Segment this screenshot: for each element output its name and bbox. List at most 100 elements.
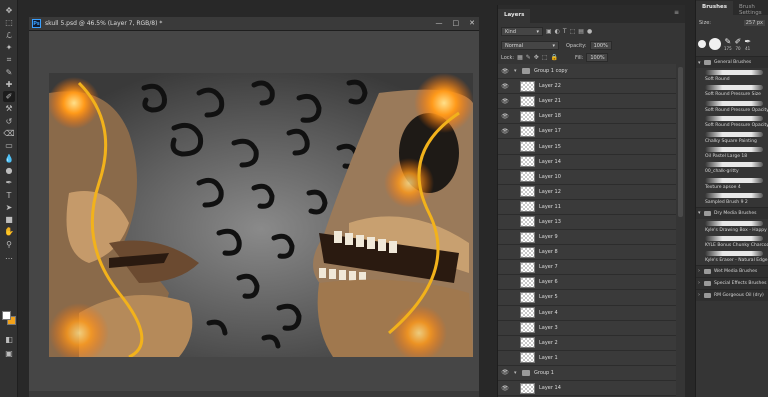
lock-position-icon[interactable]: ✥ [534,54,539,61]
brush-tip-icon[interactable]: ✐ [735,37,742,46]
layer-row[interactable]: Layer 10 [498,169,676,185]
dodge-tool-icon[interactable]: ● [3,165,15,176]
visibility-eye-icon[interactable]: 👁 [498,128,512,135]
foreground-color-swatch[interactable] [2,311,11,320]
fill-input[interactable]: 100% [586,53,609,62]
type-filter-icon[interactable]: T [563,28,567,35]
lock-transparency-icon[interactable]: ▦ [517,54,523,61]
gradient-tool-icon[interactable]: ▭ [3,140,15,151]
marquee-tool-icon[interactable]: ⬚ [3,17,15,28]
layer-row[interactable]: Layer 4 [498,305,676,321]
visibility-eye-icon[interactable]: 👁 [498,369,512,376]
layer-row[interactable]: 👁 Layer 18 [498,109,676,125]
filter-kind-dropdown[interactable]: Kind ▾ [501,27,543,36]
layer-row[interactable]: 👁 Layer 14 [498,380,676,397]
shape-tool-icon[interactable]: ■ [3,214,15,225]
brush-item[interactable]: Soft Round [696,68,768,83]
layer-row[interactable]: 👁 Layer 17 [498,124,676,140]
layer-row[interactable]: Layer 14 [498,154,676,170]
layer-row[interactable]: Layer 15 [498,139,676,155]
brush-item[interactable]: 00_chalk-gritty [696,160,768,175]
hand-tool-icon[interactable]: ✋ [3,226,15,237]
layer-row[interactable]: 👁 Layer 22 [498,79,676,95]
brush-tool-icon[interactable]: ✐ [3,91,15,103]
pen-tool-icon[interactable]: ✒ [3,177,15,188]
layer-row[interactable]: Layer 12 [498,184,676,200]
history-brush-tool-icon[interactable]: ↺ [3,116,15,127]
artwork-canvas[interactable] [49,73,473,357]
layer-group-row[interactable]: 👁 ▾ Group 1 [498,365,676,381]
adjustment-filter-icon[interactable]: ◐ [555,28,560,35]
brush-tip-icon[interactable]: ✒ [744,37,751,46]
eyedropper-tool-icon[interactable]: ✎ [3,67,15,78]
tab-brushes[interactable]: Brushes [696,1,734,15]
layer-row[interactable]: Layer 11 [498,199,676,215]
layer-row[interactable]: Layer 5 [498,290,676,306]
brush-item[interactable]: Soft Round Pressure Opacity [696,99,768,114]
minimize-icon[interactable]: — [436,19,443,27]
layer-row[interactable]: Layer 2 [498,335,676,351]
crop-tool-icon[interactable]: ⌗ [3,54,15,65]
brush-group[interactable]: ▾ General Brushes [696,56,768,68]
brush-item[interactable]: Kyle's Eraser - Natural Edge [696,249,768,264]
expand-arrow-icon[interactable]: ▾ [514,68,520,74]
lasso-tool-icon[interactable]: ℒ [3,30,15,41]
layer-row[interactable]: Layer 13 [498,214,676,231]
maximize-icon[interactable]: □ [453,19,460,27]
blend-mode-dropdown[interactable]: Normal ▾ [501,41,559,50]
lock-pixels-icon[interactable]: ✎ [526,54,531,61]
tab-layers[interactable]: Layers [498,9,531,23]
zoom-tool-icon[interactable]: ⚲ [3,239,15,250]
close-icon[interactable]: ✕ [469,19,475,27]
brush-item[interactable]: Soft Round Pressure Size [696,83,768,98]
layer-group-row[interactable]: 👁 ▾ Group 1 copy [498,64,676,80]
brush-group[interactable]: › RM Gorgeous Oil (dry) [696,288,768,301]
brush-item[interactable]: Chalky Square Painting [696,130,768,145]
brush-tip-icon[interactable]: ✎ [724,37,731,46]
magic-wand-tool-icon[interactable]: ✦ [3,42,15,53]
panel-menu-icon[interactable]: ≡ [674,9,679,16]
clone-stamp-tool-icon[interactable]: ⚒ [3,103,15,114]
healing-brush-tool-icon[interactable]: ✚ [3,79,15,90]
brush-group[interactable]: › Special Effects Brushes [696,276,768,289]
filter-toggle-icon[interactable]: ● [587,28,592,35]
path-selection-tool-icon[interactable]: ➤ [3,202,15,213]
eraser-tool-icon[interactable]: ⌫ [3,128,15,139]
layer-row[interactable]: Layer 3 [498,320,676,336]
layer-row[interactable]: Layer 7 [498,260,676,276]
shape-filter-icon[interactable]: ⬚ [570,28,576,35]
quick-mask-icon[interactable]: ◧ [3,334,15,345]
layers-scrollbar[interactable] [678,67,683,217]
lock-artboard-icon[interactable]: ⬚ [542,54,548,61]
pixel-filter-icon[interactable]: ▣ [546,28,552,35]
visibility-eye-icon[interactable]: 👁 [498,385,512,392]
visibility-eye-icon[interactable]: 👁 [498,83,512,90]
brush-group[interactable]: › Wet Media Brushes [696,264,768,277]
screen-mode-icon[interactable]: ▣ [3,348,15,359]
brush-item[interactable]: Texture apsoe 4 [696,176,768,191]
layer-row[interactable]: Layer 6 [498,275,676,291]
size-input[interactable]: 257 px [743,20,765,26]
brush-item[interactable]: Oil Pastel Large 18 [696,145,768,160]
brush-tip-icon[interactable] [709,38,721,50]
opacity-input[interactable]: 100% [589,41,612,50]
move-tool-icon[interactable]: ✥ [3,5,15,16]
visibility-eye-icon[interactable]: 👁 [498,113,512,120]
layer-row[interactable]: Layer 8 [498,245,676,261]
brush-tip-icon[interactable] [698,40,706,48]
brush-group[interactable]: ▾ Dry Media Brushes [696,206,768,219]
brush-item[interactable]: KYLE Bonus Chunky Charcoal [696,234,768,249]
type-tool-icon[interactable]: T [3,190,15,201]
layer-row[interactable]: Layer 1 [498,350,676,366]
smart-object-filter-icon[interactable]: ▤ [578,28,584,35]
brush-item[interactable]: Kyle's Drawing Box - Happy [696,219,768,234]
lock-all-icon[interactable]: 🔒 [551,54,558,61]
layer-row[interactable]: 👁 Layer 21 [498,94,676,110]
visibility-eye-icon[interactable]: 👁 [498,98,512,105]
more-tools-icon[interactable]: … [3,251,15,262]
layer-row[interactable]: Layer 9 [498,230,676,246]
tab-brush-settings[interactable]: Brush Settings [733,1,768,16]
document-tab[interactable]: Ps skull 5.psd @ 46.5% (Layer 7, RGB/8) … [29,17,479,31]
blur-tool-icon[interactable]: 💧 [3,153,15,164]
expand-arrow-icon[interactable]: ▾ [514,370,520,376]
